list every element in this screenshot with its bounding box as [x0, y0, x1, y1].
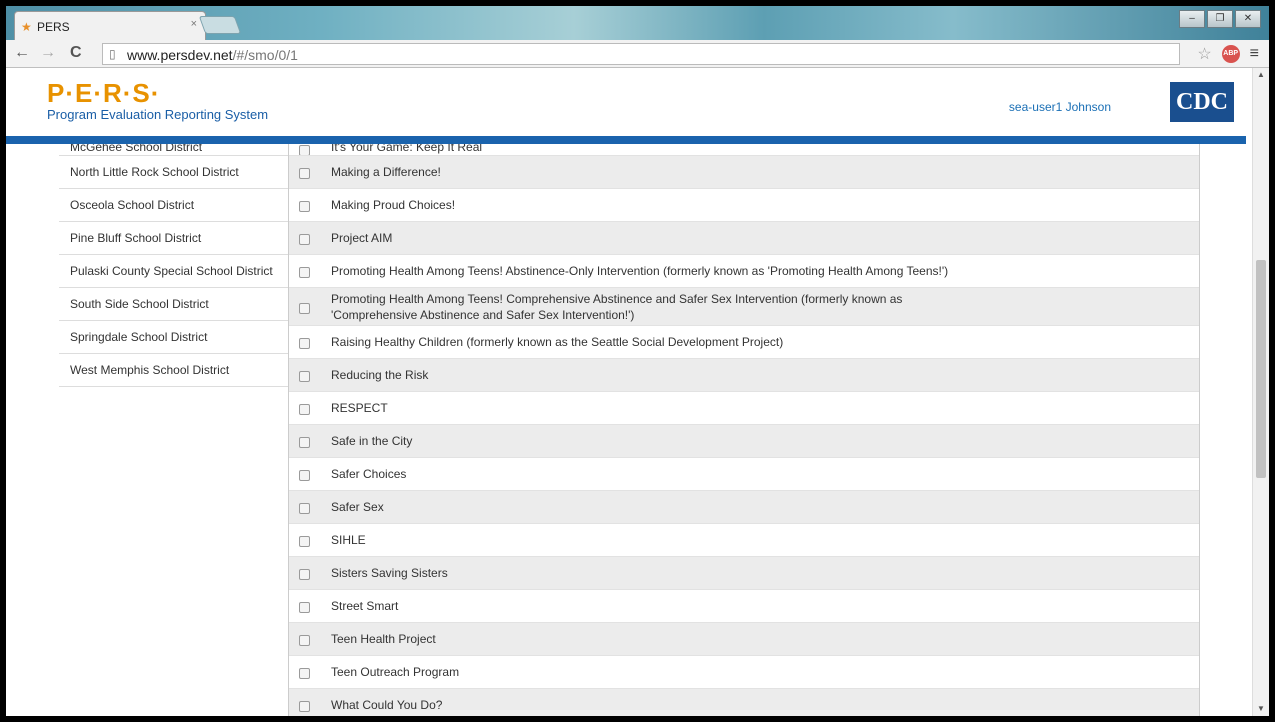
user-link[interactable]: sea-user1 Johnson: [1009, 100, 1111, 114]
title-bar: ★ PERS × – ❐ ✕: [6, 6, 1269, 41]
program-label: Making a Difference!: [331, 165, 441, 179]
program-label: It's Your Game: Keep It Real: [331, 144, 483, 154]
program-checkbox[interactable]: [299, 168, 310, 179]
logo-mark: P·E·R·S·: [47, 78, 161, 108]
browser-toolbar: ← → C ▯ www.persdev.net/#/smo/0/1 ☆ ABP …: [6, 40, 1269, 68]
program-label: Promoting Health Among Teens! Comprehens…: [331, 292, 903, 322]
program-checkbox[interactable]: [299, 701, 310, 712]
program-row: Street Smart: [289, 590, 1199, 623]
program-checkbox[interactable]: [299, 668, 310, 679]
program-label: Sisters Saving Sisters: [331, 566, 448, 580]
program-row: Raising Healthy Children (formerly known…: [289, 326, 1199, 359]
logo-subtitle: Program Evaluation Reporting System: [47, 107, 269, 122]
menu-icon[interactable]: ≡: [1250, 45, 1259, 63]
star-icon: ★: [21, 20, 32, 34]
program-label: Teen Health Project: [331, 632, 436, 646]
program-checkbox[interactable]: [299, 145, 310, 155]
program-list: It's Your Game: Keep It Real Making a Di…: [289, 144, 1200, 716]
vertical-scrollbar[interactable]: ▲ ▼: [1252, 68, 1269, 716]
program-row: Reducing the Risk: [289, 359, 1199, 392]
program-row: Sisters Saving Sisters: [289, 557, 1199, 590]
district-item[interactable]: Springdale School District: [59, 321, 288, 354]
district-item[interactable]: McGehee School District: [59, 144, 288, 156]
program-checkbox[interactable]: [299, 437, 310, 448]
page-viewport: P·E·R·S· Program Evaluation Reporting Sy…: [6, 68, 1269, 716]
program-label: Making Proud Choices!: [331, 198, 456, 212]
program-label: Safe in the City: [331, 434, 413, 448]
reload-button[interactable]: C: [70, 44, 82, 62]
new-tab-button[interactable]: [198, 16, 242, 34]
district-item[interactable]: South Side School District: [59, 288, 288, 321]
program-checkbox[interactable]: [299, 201, 310, 212]
main-content: McGehee School District North Little Roc…: [6, 144, 1246, 716]
program-checkbox[interactable]: [299, 234, 310, 245]
url-text: www.persdev.net/#/smo/0/1: [127, 47, 298, 63]
page-header: P·E·R·S· Program Evaluation Reporting Sy…: [6, 68, 1246, 136]
program-checkbox[interactable]: [299, 338, 310, 349]
browser-window: ★ PERS × – ❐ ✕ ← → C ▯ www.persdev.net/#…: [0, 0, 1275, 722]
program-row: Safer Choices: [289, 458, 1199, 491]
district-item[interactable]: Pine Bluff School District: [59, 222, 288, 255]
program-label: Reducing the Risk: [331, 368, 429, 382]
scroll-thumb[interactable]: [1256, 260, 1266, 478]
program-row: Making a Difference!: [289, 156, 1199, 189]
minimize-button[interactable]: –: [1179, 10, 1205, 28]
program-checkbox[interactable]: [299, 267, 310, 278]
program-checkbox[interactable]: [299, 371, 310, 382]
program-checkbox[interactable]: [299, 635, 310, 646]
program-row: It's Your Game: Keep It Real: [289, 144, 1199, 156]
program-label: Safer Sex: [331, 500, 384, 514]
pers-logo[interactable]: P·E·R·S· Program Evaluation Reporting Sy…: [47, 78, 268, 122]
program-label: Project AIM: [331, 231, 393, 245]
header-divider: [6, 136, 1246, 144]
program-label: Raising Healthy Children (formerly known…: [331, 335, 784, 349]
tab-close-icon[interactable]: ×: [191, 18, 197, 30]
program-label: Promoting Health Among Teens! Abstinence…: [331, 264, 949, 278]
bookmark-star-icon[interactable]: ☆: [1197, 44, 1211, 64]
district-item[interactable]: Osceola School District: [59, 189, 288, 222]
program-row: Safer Sex: [289, 491, 1199, 524]
district-item[interactable]: West Memphis School District: [59, 354, 288, 387]
program-row: SIHLE: [289, 524, 1199, 557]
scroll-down-icon[interactable]: ▼: [1253, 702, 1269, 716]
program-label: Teen Outreach Program: [331, 665, 460, 679]
program-row: Teen Outreach Program: [289, 656, 1199, 689]
program-row: Promoting Health Among Teens! Comprehens…: [289, 288, 1199, 326]
program-label: What Could You Do?: [331, 698, 443, 712]
window-controls: – ❐ ✕: [1179, 10, 1261, 28]
program-row: Promoting Health Among Teens! Abstinence…: [289, 255, 1199, 288]
browser-tab[interactable]: ★ PERS ×: [14, 11, 206, 41]
program-label: SIHLE: [331, 533, 366, 547]
program-checkbox[interactable]: [299, 404, 310, 415]
district-item[interactable]: North Little Rock School District: [59, 156, 288, 189]
program-checkbox[interactable]: [299, 470, 310, 481]
forward-button[interactable]: →: [40, 44, 56, 62]
address-bar[interactable]: ▯ www.persdev.net/#/smo/0/1: [102, 43, 1180, 65]
program-row: RESPECT: [289, 392, 1199, 425]
district-item[interactable]: Pulaski County Special School District: [59, 255, 288, 288]
scroll-up-icon[interactable]: ▲: [1253, 68, 1269, 82]
adblock-icon[interactable]: ABP: [1221, 45, 1240, 63]
program-label: Street Smart: [331, 599, 399, 613]
program-row: Making Proud Choices!: [289, 189, 1199, 222]
program-checkbox[interactable]: [299, 303, 310, 314]
program-checkbox[interactable]: [299, 536, 310, 547]
program-label: Safer Choices: [331, 467, 407, 481]
close-window-button[interactable]: ✕: [1235, 10, 1261, 28]
program-row: What Could You Do?: [289, 689, 1199, 716]
program-checkbox[interactable]: [299, 569, 310, 580]
program-checkbox[interactable]: [299, 503, 310, 514]
back-button[interactable]: ←: [14, 44, 30, 62]
program-label: RESPECT: [331, 401, 388, 415]
cdc-logo: CDC: [1170, 82, 1234, 122]
district-list: McGehee School District North Little Roc…: [59, 144, 289, 716]
restore-button[interactable]: ❐: [1207, 10, 1233, 28]
program-row: Project AIM: [289, 222, 1199, 255]
page-icon: ▯: [109, 47, 116, 61]
tab-title: PERS: [37, 20, 70, 34]
program-checkbox[interactable]: [299, 602, 310, 613]
program-row: Teen Health Project: [289, 623, 1199, 656]
program-row: Safe in the City: [289, 425, 1199, 458]
